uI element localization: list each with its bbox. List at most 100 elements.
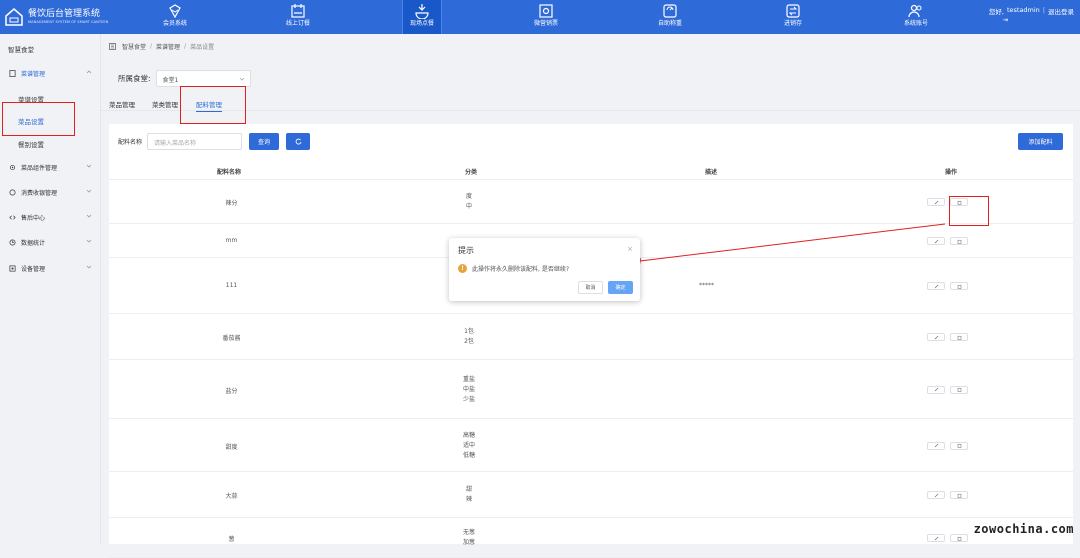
- delete-button[interactable]: [950, 333, 968, 341]
- breadcrumb-separator: /: [150, 43, 153, 50]
- tab-divider: [101, 110, 1080, 111]
- nav-marketing[interactable]: 微营销票: [496, 0, 596, 34]
- delete-button[interactable]: [950, 282, 968, 290]
- query-button[interactable]: 查询: [249, 133, 280, 150]
- edit-icon: [934, 443, 938, 448]
- canteen-select[interactable]: 食堂1: [155, 70, 251, 87]
- edit-button[interactable]: [927, 534, 945, 542]
- chevron-down-icon: [86, 239, 92, 243]
- edit-button[interactable]: [927, 491, 945, 499]
- delete-button[interactable]: [950, 441, 968, 450]
- ingredient-name: 葱: [228, 536, 235, 543]
- category-item: 加葱: [462, 539, 475, 546]
- row-actions: [927, 441, 977, 450]
- ingredient-name: 辣分: [225, 200, 238, 207]
- warning-icon: !: [458, 264, 467, 273]
- confirm-dialog: 提示 × ! 此操作将永久删除该配料, 是否继续? 取消 确定: [449, 238, 640, 301]
- trash-icon: [957, 493, 961, 498]
- sidebar-menu-after-sales[interactable]: 售后中心: [0, 207, 101, 227]
- col-name: 配料名称: [217, 169, 242, 176]
- dialog-text: 此操作将永久删除该配料, 是否继续?: [472, 266, 569, 273]
- reset-button[interactable]: [286, 133, 311, 150]
- ingredient-table: 配料名称 分类 描述 操作 辣分度中 mm 111 ***** 番茄酱 1包 2包 盐分 重盐中…: [109, 160, 1073, 558]
- logout-icon[interactable]: ⇥: [964, 16, 1008, 24]
- ingredient-categories: 1包 2包: [354, 327, 584, 347]
- edit-button[interactable]: [927, 441, 945, 450]
- nav-member[interactable]: 会员系统: [125, 0, 225, 34]
- ingredient-name: mm: [225, 237, 238, 244]
- ingredient-categories: 无葱 加葱: [354, 528, 584, 548]
- sidebar-menu-recipes[interactable]: 菜谱管理: [0, 63, 101, 83]
- nav-accounts[interactable]: 系统账号: [866, 0, 966, 34]
- sidebar-menu-cashier[interactable]: 消费收银管理: [0, 182, 101, 202]
- category-item: 重盐: [462, 375, 475, 383]
- breadcrumb-item[interactable]: 智慧食堂: [122, 42, 146, 51]
- edit-button[interactable]: [927, 198, 945, 206]
- edit-icon: [934, 284, 938, 288]
- table-row: 盐分 重盐 中盐 少盐: [109, 360, 1073, 419]
- nav-inventory[interactable]: 进销存: [743, 0, 843, 34]
- delete-button[interactable]: [950, 385, 968, 394]
- edit-icon: [934, 387, 938, 392]
- ingredient-name: 盐分: [225, 387, 238, 395]
- nav-online-order[interactable]: 线上订餐: [248, 0, 348, 34]
- delete-button[interactable]: [950, 534, 968, 542]
- document-icon: [9, 69, 16, 77]
- edit-button[interactable]: [927, 333, 945, 341]
- edit-button[interactable]: [927, 237, 945, 245]
- tab-dish-management[interactable]: 菜品管理: [109, 99, 135, 109]
- menu-toggle-icon[interactable]: [109, 43, 116, 50]
- trash-icon: [957, 335, 961, 340]
- breadcrumb-item[interactable]: 菜谱管理: [156, 42, 180, 51]
- edit-button[interactable]: [927, 385, 945, 394]
- clock-icon: [9, 239, 16, 245]
- menu-label: 菜谱管理: [21, 70, 46, 78]
- search-input[interactable]: 请输入菜品名称: [147, 133, 243, 150]
- menu-label: 设备管理: [21, 265, 46, 273]
- sidebar-item-meal-settings[interactable]: 餐别设置: [18, 139, 44, 149]
- annotation-box: [949, 196, 989, 226]
- category-item: 低糖: [462, 451, 475, 459]
- ingredient-name: 111: [225, 282, 238, 289]
- tab-category-management[interactable]: 菜类管理: [152, 99, 178, 109]
- sidebar-menu-statistics[interactable]: 数据统计: [0, 232, 101, 252]
- category-item: 高糖: [462, 431, 475, 439]
- ingredient-categories: 度中: [354, 192, 584, 212]
- edit-icon: [934, 536, 938, 540]
- category-item: 无葱: [462, 529, 475, 536]
- category-item: 甜: [465, 486, 472, 493]
- nav-onsite-order[interactable]: 现场点餐: [402, 0, 442, 34]
- delete-button[interactable]: [950, 491, 968, 499]
- coin-icon: [9, 189, 16, 195]
- divider: |: [1042, 6, 1045, 14]
- nav-label: 自助称重: [657, 20, 682, 27]
- ingredient-categories: 甜辣: [354, 485, 584, 505]
- annotation-box: [180, 86, 246, 124]
- refresh-icon: [295, 138, 301, 145]
- edit-button[interactable]: [927, 282, 945, 290]
- add-ingredient-button[interactable]: 添加配料: [1018, 133, 1063, 150]
- dialog-message: ! 此操作将永久删除该配料, 是否继续?: [458, 264, 569, 273]
- trash-icon: [957, 239, 961, 244]
- app-subtitle: MANAGEMENT SYSTEM OF SMART CANTEEN: [28, 20, 109, 24]
- chevron-down-icon: [86, 189, 92, 193]
- col-actions: 操作: [945, 169, 958, 176]
- row-actions: [927, 333, 977, 341]
- table-header: 配料名称 分类 描述 操作: [109, 160, 1073, 180]
- brand[interactable]: 餐饮后台管理系统 MANAGEMENT SYSTEM OF SMART CANT…: [4, 3, 108, 31]
- close-icon[interactable]: ×: [627, 245, 633, 253]
- annotation-box: [2, 102, 75, 136]
- category-item: 中盐: [462, 385, 475, 393]
- sidebar-menu-dish-components[interactable]: 菜品组件管理: [0, 157, 101, 177]
- ingredient-name: 甜度: [225, 443, 238, 451]
- canteen-label: 所属食堂:: [118, 74, 151, 83]
- nav-weighing[interactable]: 自助称重: [620, 0, 720, 34]
- row-actions: [927, 237, 977, 245]
- sidebar-menu-devices[interactable]: 设备管理: [0, 258, 101, 278]
- confirm-button[interactable]: 确定: [608, 281, 633, 294]
- category-item: 1包: [464, 328, 474, 335]
- category-item: 辣: [465, 496, 472, 503]
- delete-button[interactable]: [950, 237, 968, 245]
- logout-link[interactable]: 退出登录: [1048, 6, 1074, 16]
- cancel-button[interactable]: 取消: [578, 281, 603, 294]
